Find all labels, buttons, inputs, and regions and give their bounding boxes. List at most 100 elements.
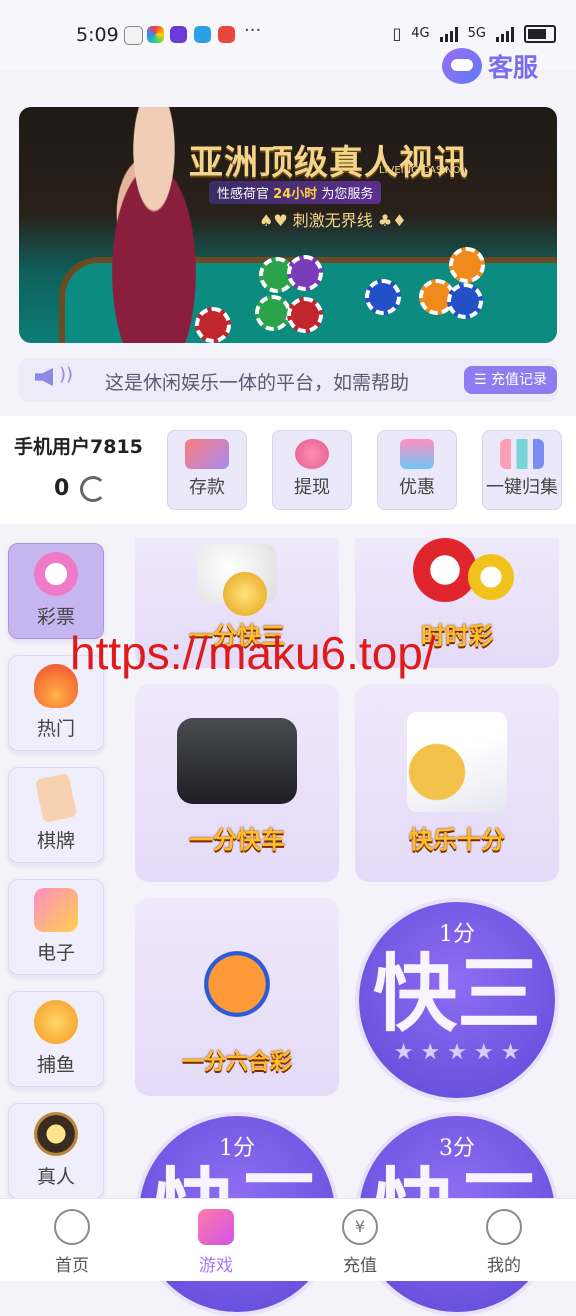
category-label: 捕鱼 [36, 1054, 75, 1076]
category-label: 彩票 [36, 606, 75, 628]
banner-brand: LIVEING CASINO [379, 165, 461, 176]
nav-label: 首页 [55, 1256, 89, 1276]
promotion-label: 优惠 [399, 477, 435, 498]
deposit-button[interactable]: 存款 [167, 430, 247, 510]
notice-text: 这是休闲娱乐一体的平台，如需帮助 [105, 372, 410, 394]
battery-icon [524, 24, 556, 43]
chip-icon [195, 307, 231, 343]
category-label: 棋牌 [36, 830, 75, 852]
banner-title: 亚洲顶级真人视讯 [189, 143, 469, 183]
telegram-icon [194, 26, 211, 43]
customer-service-button[interactable]: 客服 [441, 48, 538, 84]
car-icon [177, 718, 297, 804]
casino-chip-icon [34, 1112, 78, 1156]
list-icon: ☰ [473, 372, 491, 388]
more-notifications-icon: ··· [244, 20, 262, 41]
home-icon [54, 1209, 90, 1245]
app-icon [170, 26, 187, 43]
recharge-record-button[interactable]: ☰ 充值记录 [463, 366, 557, 394]
lottery-ball-icon [34, 552, 78, 596]
balance-value: 0 [54, 476, 70, 501]
collect-all-label: 一键归集 [486, 477, 558, 498]
app-icon [218, 26, 235, 43]
bar-chart-icon [500, 439, 544, 469]
category-live[interactable]: 真人 [8, 1103, 104, 1199]
deposit-label: 存款 [189, 477, 225, 498]
app-icon [147, 26, 164, 43]
banner-subtitle-prefix: 性感荷官 [217, 187, 270, 202]
network-label: 5G [467, 26, 486, 41]
nav-label: 充值 [343, 1256, 377, 1276]
coin-icon [223, 572, 267, 616]
gamepad-icon [198, 1209, 234, 1245]
fish-icon [34, 1000, 78, 1044]
game-tile-happy-ten[interactable]: 快乐十分 [355, 684, 559, 882]
vibrate-icon: ▯ [392, 24, 402, 43]
cards-and-coins-icon [407, 712, 507, 812]
game-tile-1min-racing[interactable]: 一分快车 [135, 684, 339, 882]
robot-icon [441, 48, 482, 84]
promo-banner[interactable]: 亚洲顶级真人视讯 性感荷官 24小时 为您服务 LIVEING CASINO ♠… [19, 107, 557, 343]
category-chess-cards[interactable]: 棋牌 [8, 767, 104, 863]
lottery-balls-icon [187, 934, 287, 1034]
status-time: 5:09 [76, 24, 119, 46]
network-label: 4G [411, 26, 430, 41]
status-right: ▯ 4G 5G [392, 24, 556, 43]
chip-icon [255, 295, 291, 331]
watermark-url: https://maku6.top/ [70, 627, 436, 679]
user-panel: 手机用户7815 0 存款 提现 优惠 一键归集 [0, 416, 576, 524]
category-label: 热门 [36, 718, 75, 740]
user-icon [486, 1209, 522, 1245]
signal-icon [496, 26, 514, 42]
lottery-ball-icon [468, 554, 514, 600]
nav-label: 游戏 [199, 1256, 233, 1276]
game-period: 1分 [219, 1136, 255, 1161]
playing-card-icon [34, 772, 78, 824]
notice-bar: )) 这是休闲娱乐一体的平台，如需帮助 ☰ 充值记录 [19, 358, 557, 402]
recharge-record-label: 充值记录 [491, 372, 547, 388]
money-bag-icon [295, 439, 329, 469]
category-lottery[interactable]: 彩票 [8, 543, 104, 639]
nav-home[interactable]: 首页 [22, 1209, 122, 1276]
nav-profile[interactable]: 我的 [454, 1209, 554, 1276]
gift-icon [400, 439, 434, 469]
game-name: 一分六合彩 [181, 1050, 292, 1075]
speaker-icon [35, 368, 53, 386]
nav-label: 我的 [487, 1256, 521, 1276]
promotion-button[interactable]: 优惠 [377, 430, 457, 510]
game-period: 3分 [439, 1136, 475, 1161]
withdraw-button[interactable]: 提现 [272, 430, 352, 510]
chip-icon [287, 255, 323, 291]
banner-tagline: ♠♥ 刺激无界线 ♣♦ [259, 211, 407, 230]
banner-subtitle-suffix: 为您服务 [321, 187, 374, 202]
yen-icon: ¥ [342, 1209, 378, 1245]
chip-icon [449, 247, 485, 283]
game-tile-1min-k3-round[interactable]: 1分 快三 ★ ★ ★ ★ ★ [355, 898, 559, 1102]
refresh-balance-icon[interactable] [80, 476, 106, 502]
category-label: 真人 [36, 1166, 75, 1188]
user-name: 手机用户7815 [14, 436, 143, 458]
banner-subtitle: 性感荷官 24小时 为您服务 [209, 181, 382, 204]
stars-icon: ★ ★ ★ ★ ★ [393, 1040, 521, 1065]
collect-all-button[interactable]: 一键归集 [482, 430, 562, 510]
lottery-ball-icon [413, 538, 477, 602]
sound-waves-icon: )) [59, 364, 74, 385]
game-tile-1min-mark-six[interactable]: 一分六合彩 [135, 898, 339, 1096]
category-fishing[interactable]: 捕鱼 [8, 991, 104, 1087]
banner-subtitle-highlight: 24小时 [273, 187, 318, 202]
game-period: 1分 [439, 922, 475, 947]
bottom-nav: 首页 游戏 ¥ 充值 我的 [0, 1198, 576, 1281]
wallet-icon [185, 439, 229, 469]
nav-recharge[interactable]: ¥ 充值 [310, 1209, 410, 1276]
chip-icon [287, 297, 323, 333]
flash-icon [124, 26, 143, 45]
signal-icon [439, 26, 458, 42]
game-name: 一分快车 [189, 826, 285, 854]
slot-machine-icon [34, 888, 78, 932]
game-name: 快乐十分 [409, 826, 505, 854]
category-electronic[interactable]: 电子 [8, 879, 104, 975]
withdraw-label: 提现 [294, 477, 330, 498]
nav-games[interactable]: 游戏 [166, 1209, 266, 1276]
customer-service-label: 客服 [487, 53, 538, 82]
game-name: 快三 [372, 945, 541, 1043]
